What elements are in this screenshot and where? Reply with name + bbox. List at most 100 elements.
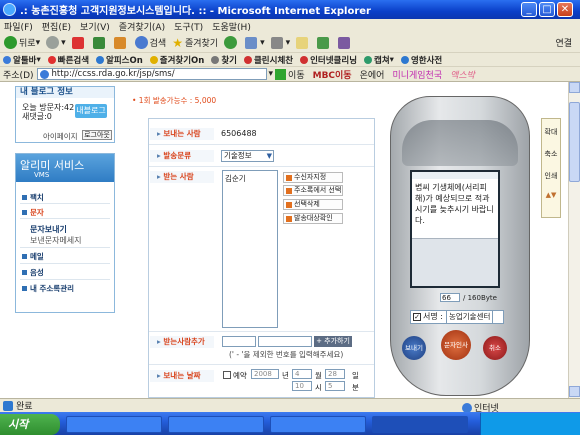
logout-button[interactable]: 로그아웃 (82, 130, 112, 140)
stop-button[interactable] (71, 36, 87, 49)
day-select[interactable]: 28 (325, 369, 345, 379)
link-mbc[interactable]: MBC이동 (313, 68, 352, 81)
delete-selected-button[interactable]: 선택삭제 (283, 199, 343, 210)
menu-divider (20, 203, 110, 204)
confirm-targets-button[interactable]: 발송대상확인 (283, 213, 343, 224)
mail-button[interactable]: ▾ (245, 36, 265, 49)
link-altoolbar[interactable]: 알툴바 ▾ (3, 54, 41, 66)
recipient-list[interactable]: 김순기 (222, 170, 278, 328)
sender-label: 보내는 사람 (150, 128, 214, 140)
address-input[interactable]: http://ccss.rda.go.kr/jsp/sms/ (36, 68, 267, 80)
phone-number-input[interactable] (258, 336, 312, 347)
go-arrow-icon[interactable] (275, 68, 287, 80)
recipient-item[interactable]: 김순기 (225, 173, 275, 184)
month-select[interactable]: 4 (292, 369, 312, 379)
favorites-button[interactable]: ★ 즐겨찾기 (172, 36, 218, 50)
star-icon: ★ (172, 35, 183, 50)
go-button[interactable]: 이동 (288, 68, 305, 81)
type-select[interactable]: 기술정보 (221, 150, 274, 162)
taskbar-item[interactable] (168, 416, 264, 433)
close-button[interactable]: ✕ (557, 2, 573, 17)
scroll-down-icon[interactable] (569, 386, 580, 397)
link-find[interactable]: 찾기 (211, 54, 237, 66)
signature-input[interactable]: 농업기술센터 (445, 310, 494, 324)
menu-item-mail[interactable]: 메일 (22, 251, 44, 262)
my-page-link[interactable]: 아이페이지 (43, 131, 78, 142)
hour-select[interactable]: 10 (292, 381, 312, 391)
add-recipient-button[interactable]: + 추가하기 (314, 336, 352, 347)
link-capture[interactable]: 캡쳐 ▾ (364, 54, 394, 66)
home-button[interactable] (113, 36, 129, 49)
back-button[interactable]: 뒤로 ▾ (4, 36, 40, 49)
recipient-label: 받는 사람 (150, 171, 214, 183)
zoom-sidebar: 확대 축소 인쇄 ▲▼ (541, 118, 561, 218)
byte-max: / 160Byte (463, 294, 497, 302)
center-button[interactable]: 문자인사 (441, 330, 471, 360)
vertical-scrollbar[interactable] (568, 82, 580, 398)
forward-arrow-icon (46, 36, 60, 49)
window-title-bar: .: 농촌진흥청 고객지원정보시스템입니다. :: - Microsoft In… (0, 0, 580, 19)
send-button[interactable]: 보내기 (402, 336, 426, 360)
link-favorites-on[interactable]: 즐겨찾기On (149, 54, 204, 66)
address-book-button[interactable]: 주소록에서 선택 (283, 185, 343, 196)
print-button[interactable]: ▾ (270, 36, 290, 49)
menu-item-voice[interactable]: 음성 (22, 267, 44, 278)
altoolbar-icon (3, 55, 11, 64)
message-textarea[interactable]: 볍씨 기생체에(서리피해)가 예상되므로 적과시기를 늦추시기 바랍니다. (415, 182, 495, 226)
cancel-button[interactable]: 취소 (483, 336, 507, 360)
scroll-thumb[interactable] (569, 102, 580, 182)
year-select[interactable]: 2008 (251, 369, 279, 379)
link-alpis[interactable]: 알피스On (96, 54, 143, 66)
window-title: .: 농촌진흥청 고객지원정보시스템입니다. :: - Microsoft In… (20, 6, 371, 17)
search-icon (134, 36, 148, 49)
taskbar-item[interactable] (270, 416, 366, 433)
menu-item-fax[interactable]: 팩치 (22, 192, 44, 203)
menu-item-sms[interactable]: 문자 (22, 207, 44, 218)
menu-tools[interactable]: 도구(T) (174, 20, 203, 33)
menu-help[interactable]: 도움말(H) (212, 20, 251, 33)
search-button[interactable]: 검색 (134, 36, 166, 49)
menu-item-sent-sms[interactable]: 보낸문자메세지 (30, 235, 82, 246)
address-dropdown-icon[interactable]: ▾ (269, 69, 274, 79)
menu-item-address-book[interactable]: 내 주소록관리 (22, 283, 74, 294)
menu-item-send-sms[interactable]: 문자보내기 (30, 224, 67, 235)
service-menu-header: 알리미 서비스 VMS (16, 154, 114, 182)
zoom-out-button[interactable]: 축소 (542, 149, 560, 159)
scroll-up-icon[interactable] (569, 82, 580, 93)
phone-speaker (402, 120, 518, 166)
start-button[interactable]: 시작 (0, 414, 60, 435)
signature-checkbox[interactable]: ✓ (413, 313, 421, 321)
menu-edit[interactable]: 편집(E) (42, 20, 71, 33)
edit-button[interactable] (296, 36, 311, 49)
menu-file[interactable]: 파일(F) (4, 20, 33, 33)
link-clean[interactable]: 클린시체찬 (243, 54, 293, 66)
capture-icon (364, 55, 373, 64)
maximize-button[interactable]: □ (539, 2, 555, 17)
zoom-in-button[interactable]: 확대 (542, 127, 560, 137)
phone-prefix-input[interactable] (222, 336, 256, 347)
link-dictionary[interactable]: 영한사전 (400, 54, 442, 66)
taskbar-item[interactable] (372, 416, 468, 433)
my-blog-button[interactable]: 내블로그 (75, 104, 107, 118)
refresh-button[interactable] (92, 36, 108, 49)
link-internet-clean[interactable]: 인터넷클리닝 (300, 54, 357, 66)
system-tray (480, 413, 580, 435)
minimize-button[interactable]: _ (521, 2, 537, 17)
messenger-button[interactable] (317, 36, 332, 49)
menu-favorites[interactable]: 즐겨찾기(A) (119, 20, 165, 33)
standard-toolbar: 뒤로 ▾ ▾ 검색 ★ 즐겨찾기 ▾ ▾ 연결 (0, 33, 580, 53)
research-button[interactable] (338, 36, 353, 49)
menu-view[interactable]: 보기(V) (80, 20, 110, 33)
link-minigame[interactable]: 미니게임천국 (392, 68, 442, 81)
history-button[interactable] (224, 36, 239, 49)
link-axbak[interactable]: 액스박 (450, 68, 475, 81)
link-onair[interactable]: 온에어 (360, 68, 385, 81)
print-page-button[interactable]: 인쇄 (542, 171, 560, 181)
minute-select[interactable]: 5 (325, 381, 345, 391)
reserve-checkbox[interactable] (223, 371, 231, 379)
taskbar-item[interactable] (66, 416, 162, 433)
scroll-arrows-icon[interactable]: ▲▼ (542, 191, 560, 199)
link-quicksearch[interactable]: 빠른검색 (47, 54, 89, 66)
forward-button[interactable]: ▾ (46, 36, 66, 49)
select-recipient-button[interactable]: 수신자지정 (283, 172, 343, 183)
